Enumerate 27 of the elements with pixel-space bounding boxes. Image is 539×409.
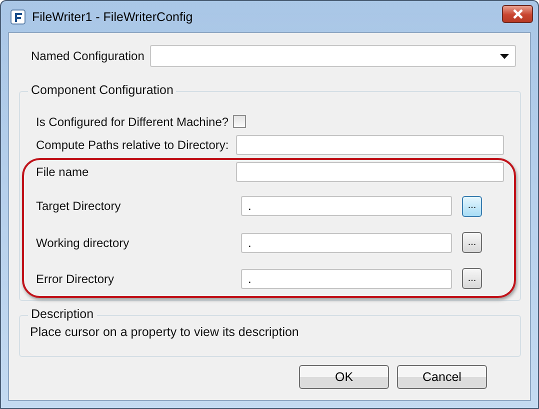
close-icon — [512, 8, 524, 18]
field-label: Target Directory — [36, 199, 122, 214]
input-field[interactable]: . — [241, 232, 452, 253]
checkbox[interactable] — [232, 115, 246, 128]
input-field[interactable]: . — [241, 268, 452, 289]
ok-button[interactable]: OK — [299, 365, 389, 389]
field-label: Named Configuration — [31, 49, 144, 63]
field-label: Error Directory — [36, 272, 116, 286]
input-field[interactable]: . — [241, 196, 452, 216]
description-text: Place cursor on a property to view its description — [30, 325, 299, 339]
dropdown-arrow-icon — [500, 54, 509, 58]
browse-button[interactable]: ... — [462, 268, 482, 290]
field-label: File name — [36, 165, 90, 179]
cancel-button[interactable]: Cancel — [397, 365, 487, 389]
browse-button[interactable]: ... — [462, 232, 482, 254]
configuration-dropdown[interactable] — [150, 45, 516, 67]
browse-button[interactable]: ... — [462, 196, 482, 217]
field-label: Is Configured for Different Machine? — [36, 114, 229, 128]
input-field[interactable] — [236, 134, 504, 154]
close-button[interactable] — [502, 4, 533, 22]
input-field[interactable] — [236, 162, 504, 182]
group-title: Component Configuration — [28, 83, 176, 97]
group-title: Description — [28, 307, 97, 321]
field-label: Working directory — [36, 236, 130, 250]
field-label: Compute Paths relative to Directory: — [36, 138, 230, 152]
window-title: FileWriter1 - FileWriterConfig — [32, 10, 193, 24]
app-icon — [10, 8, 26, 24]
